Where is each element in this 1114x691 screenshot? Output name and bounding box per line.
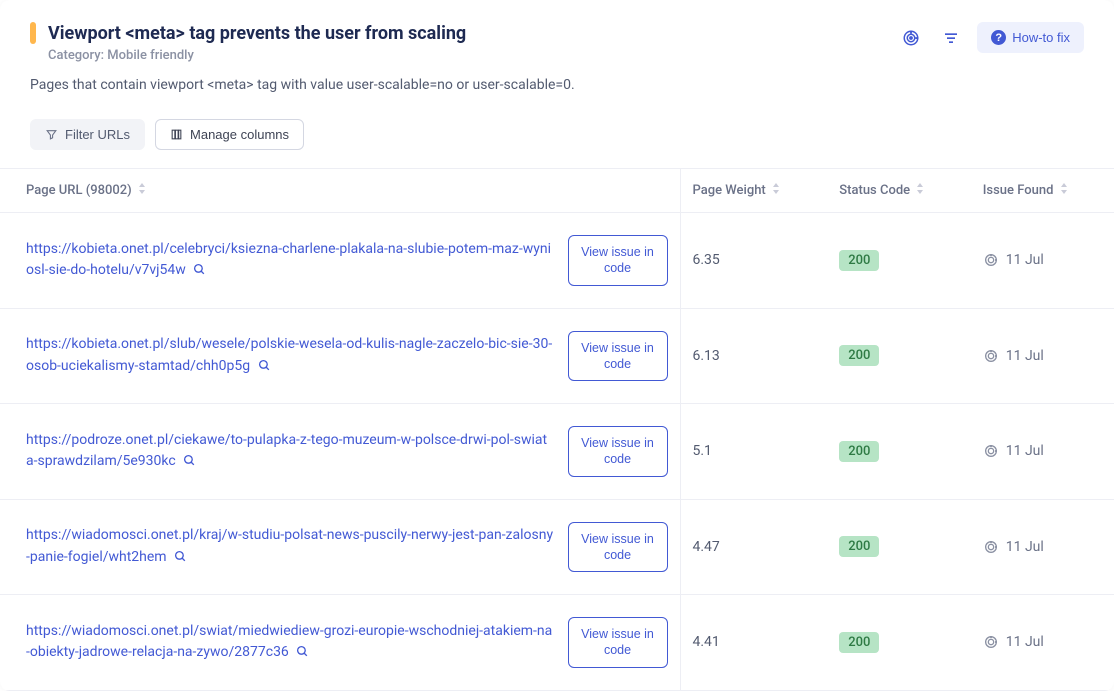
- col-header-url[interactable]: Page URL (98002): [0, 169, 680, 213]
- crawl-icon: [983, 634, 999, 650]
- table-row: https://kobieta.onet.pl/celebryci/ksiezn…: [0, 213, 1114, 309]
- sort-icon: [943, 30, 959, 46]
- toolbar: Filter URLs Manage columns: [0, 107, 1114, 168]
- category-label: Category: Mobile friendly: [48, 48, 466, 63]
- status-code-cell: 200: [827, 308, 970, 404]
- magnify-icon[interactable]: [193, 263, 206, 276]
- page-weight-cell: 4.47: [680, 499, 827, 595]
- crawl-icon: [983, 443, 999, 459]
- howto-label: How-to fix: [1012, 30, 1070, 45]
- issue-found-cell: 11 Jul: [971, 499, 1114, 595]
- status-code-cell: 200: [827, 595, 970, 691]
- sort-caret-icon: [916, 183, 924, 197]
- page-title: Viewport <meta> tag prevents the user fr…: [48, 23, 466, 44]
- view-issue-button[interactable]: View issue in code: [568, 331, 668, 382]
- table-row: https://wiadomosci.onet.pl/swiat/miedwie…: [0, 595, 1114, 691]
- issue-panel: Viewport <meta> tag prevents the user fr…: [0, 0, 1114, 691]
- manage-columns-button[interactable]: Manage columns: [155, 119, 304, 150]
- table-row: https://kobieta.onet.pl/slub/wesele/pols…: [0, 308, 1114, 404]
- status-badge: 200: [839, 632, 879, 653]
- view-issue-button[interactable]: View issue in code: [568, 426, 668, 477]
- page-weight-cell: 6.35: [680, 213, 827, 309]
- severity-bar: [30, 22, 36, 44]
- page-url-link[interactable]: https://podroze.onet.pl/ciekawe/to-pulap…: [26, 430, 554, 473]
- panel-header: Viewport <meta> tag prevents the user fr…: [0, 0, 1114, 107]
- page-url-link[interactable]: https://kobieta.onet.pl/celebryci/ksiezn…: [26, 239, 554, 282]
- status-badge: 200: [839, 536, 879, 557]
- view-issue-button[interactable]: View issue in code: [568, 617, 668, 668]
- issue-found-cell: 11 Jul: [971, 404, 1114, 500]
- manage-label: Manage columns: [190, 127, 289, 142]
- crawl-icon: [983, 348, 999, 364]
- results-table: Page URL (98002) Page Weight Status Code: [0, 168, 1114, 691]
- sort-caret-icon: [1060, 183, 1068, 197]
- target-button[interactable]: [897, 24, 925, 52]
- page-weight-cell: 4.41: [680, 595, 827, 691]
- sort-button[interactable]: [937, 24, 965, 52]
- issue-description: Pages that contain viewport <meta> tag w…: [30, 77, 1084, 93]
- howto-fix-button[interactable]: ? How-to fix: [977, 22, 1084, 53]
- page-weight-cell: 6.13: [680, 308, 827, 404]
- page-url-link[interactable]: https://wiadomosci.onet.pl/kraj/w-studiu…: [26, 525, 554, 568]
- col-header-weight[interactable]: Page Weight: [680, 169, 827, 213]
- status-code-cell: 200: [827, 213, 970, 309]
- magnify-icon[interactable]: [296, 645, 309, 658]
- crawl-icon: [983, 539, 999, 555]
- filter-icon: [45, 128, 58, 141]
- view-issue-button[interactable]: View issue in code: [568, 522, 668, 573]
- issue-found-cell: 11 Jul: [971, 595, 1114, 691]
- page-weight-cell: 5.1: [680, 404, 827, 500]
- magnify-icon[interactable]: [258, 359, 271, 372]
- status-badge: 200: [839, 345, 879, 366]
- view-issue-button[interactable]: View issue in code: [568, 235, 668, 286]
- filter-urls-button[interactable]: Filter URLs: [30, 119, 145, 150]
- status-code-cell: 200: [827, 404, 970, 500]
- page-url-link[interactable]: https://wiadomosci.onet.pl/swiat/miedwie…: [26, 621, 554, 664]
- status-code-cell: 200: [827, 499, 970, 595]
- table-row: https://podroze.onet.pl/ciekawe/to-pulap…: [0, 404, 1114, 500]
- columns-icon: [170, 128, 183, 141]
- table-row: https://wiadomosci.onet.pl/kraj/w-studiu…: [0, 499, 1114, 595]
- filter-label: Filter URLs: [65, 127, 130, 142]
- col-header-issue[interactable]: Issue Found: [971, 169, 1114, 213]
- table-header-row: Page URL (98002) Page Weight Status Code: [0, 169, 1114, 213]
- crawl-icon: [983, 252, 999, 268]
- status-badge: 200: [839, 250, 879, 271]
- page-url-link[interactable]: https://kobieta.onet.pl/slub/wesele/pols…: [26, 334, 554, 377]
- target-icon: [902, 29, 920, 47]
- col-header-status[interactable]: Status Code: [827, 169, 970, 213]
- question-icon: ?: [991, 30, 1006, 45]
- issue-found-cell: 11 Jul: [971, 308, 1114, 404]
- issue-found-cell: 11 Jul: [971, 213, 1114, 309]
- sort-caret-icon: [772, 183, 780, 197]
- sort-caret-icon: [138, 183, 146, 197]
- status-badge: 200: [839, 441, 879, 462]
- magnify-icon[interactable]: [174, 550, 187, 563]
- magnify-icon[interactable]: [183, 454, 196, 467]
